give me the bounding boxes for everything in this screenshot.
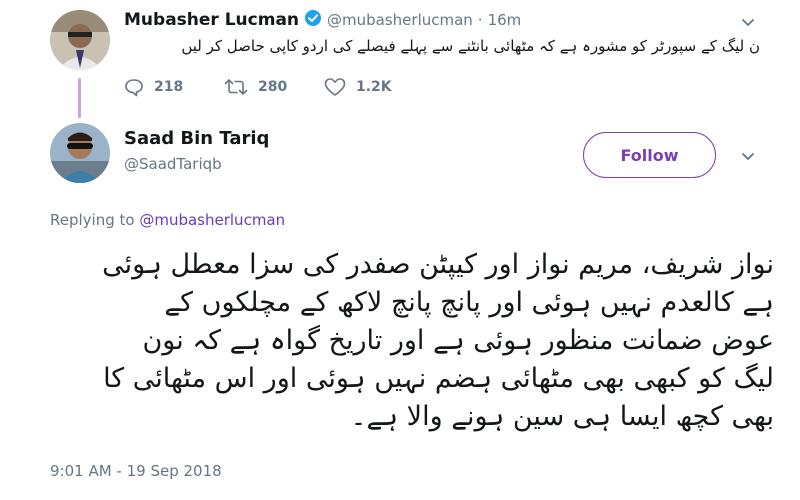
retweet-count: 280 [258, 79, 288, 95]
tweet-actions: 218 280 1.2K [124, 74, 424, 100]
avatar[interactable] [50, 10, 110, 70]
chevron-down-icon[interactable] [740, 14, 756, 34]
like-button[interactable]: 1.2K [324, 77, 424, 97]
author-name[interactable]: Saad Bin Tariq [124, 128, 269, 149]
heart-icon [324, 78, 346, 96]
chevron-down-icon[interactable] [740, 148, 756, 168]
tweet-header: Mubasher Lucman @mubasherlucman · 16m [124, 8, 521, 32]
reply-button[interactable]: 218 [124, 77, 224, 97]
replying-to: Replying to @mubasherlucman [50, 211, 285, 229]
author-info: Saad Bin Tariq @SaadTariqb [124, 128, 269, 173]
replying-to-handle[interactable]: @mubasherlucman [139, 211, 285, 229]
avatar[interactable] [50, 123, 110, 183]
tweet-text-line: عوض ضمانت منظور ہوئی ہے اور تاریخ گواہ ہ… [142, 325, 774, 356]
separator: · [477, 11, 483, 29]
follow-button[interactable]: Follow [583, 132, 716, 178]
tweet-text: ن لیگ کے سپورٹر کو مشورہ ہے کہ مٹھائی با… [181, 37, 760, 55]
author-name[interactable]: Mubasher Lucman [124, 10, 299, 30]
tweet-time[interactable]: 16m [488, 11, 522, 29]
like-count: 1.2K [356, 79, 392, 95]
replying-to-label: Replying to [50, 211, 140, 229]
tweet-text: نواز شریف، مریم نواز اور کیپٹن صفدر کی س… [50, 246, 774, 436]
tweet-text-line: نواز شریف، مریم نواز اور کیپٹن صفدر کی س… [102, 249, 774, 280]
tweet-timestamp[interactable]: 9:01 AM - 19 Sep 2018 [50, 462, 222, 480]
retweet-button[interactable]: 280 [224, 77, 324, 97]
author-handle[interactable]: @SaadTariqb [124, 155, 269, 173]
thread-line [78, 78, 81, 118]
retweet-icon [224, 79, 248, 95]
author-handle[interactable]: @mubasherlucman [327, 11, 473, 29]
reply-icon [125, 79, 143, 97]
tweet-text-line: ہے کالعدم نہیں ہوئی اور پانچ پانچ لاکھ ک… [164, 287, 774, 318]
verified-badge-icon [304, 9, 322, 31]
reply-count: 218 [154, 79, 184, 95]
tweet-text-line: بھی کچھ ایسا ہی سین ہونے والا ہے۔ [350, 401, 774, 432]
tweet-text-line: لیگ کو کبھی بھی مٹھائی ہضم نہیں ہوئی اور… [103, 363, 774, 394]
